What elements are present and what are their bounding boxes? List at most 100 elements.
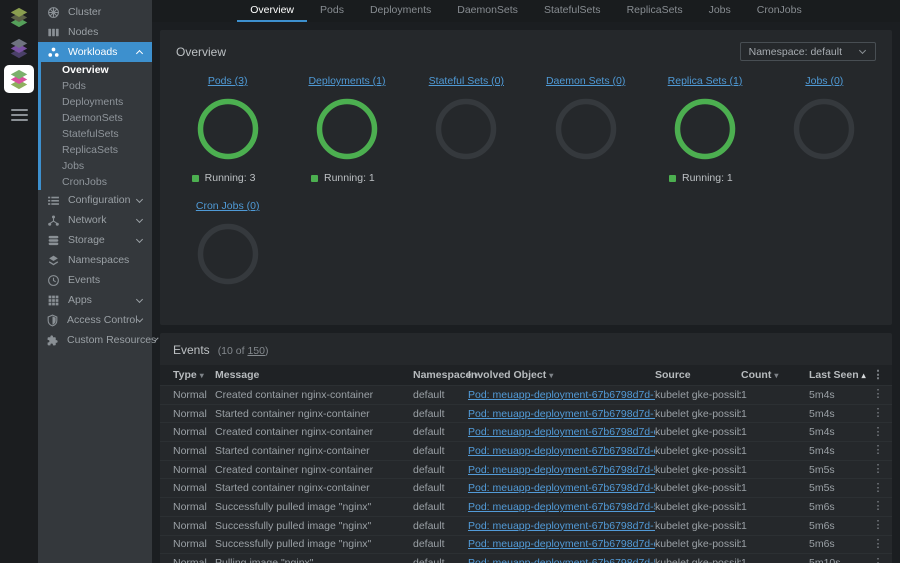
workload-chart-cron-jobs-0-: Cron Jobs (0) [168,200,287,285]
row-menu-kebab-icon[interactable]: ⋮ [871,482,885,494]
row-menu-kebab-icon[interactable]: ⋮ [871,557,885,563]
events-total-link[interactable]: 150 [247,345,265,357]
event-table-row[interactable]: Normal Created container nginx-container d… [160,385,892,404]
event-table-row[interactable]: NormalPulling image "nginx"defaultPod: m… [160,553,892,563]
tab-statefulsets[interactable]: StatefulSets [531,0,614,22]
event-message: Created container nginx-container [215,463,374,476]
chart-title-link[interactable]: Deployments (1) [308,75,385,87]
column-header-source[interactable]: Source [655,369,741,381]
event-message: Started container nginx-container [215,482,370,495]
sidebar-subitem-overview[interactable]: Overview [41,62,152,78]
sidebar-item-network[interactable]: Network [38,210,152,230]
event-involved-object-link[interactable]: Pod: meuapp-deployment-67b6798d7d-59tj6 [468,501,655,513]
row-menu-kebab-icon[interactable]: ⋮ [871,426,885,438]
sidebar-item-configuration[interactable]: Configuration [38,190,152,210]
event-table-row[interactable]: Normal Successfully pulled image "nginx" d… [160,534,892,554]
menu-hamburger-icon[interactable] [10,109,28,121]
row-menu-kebab-icon[interactable]: ⋮ [871,520,885,531]
event-last-seen: 5m6s [809,519,835,532]
event-table-row[interactable]: Normal Successfully pulled image "nginx" d… [160,515,892,535]
sidebar-item-access-control[interactable]: Access Control [38,310,152,330]
sidebar-item-storage[interactable]: Storage [38,230,152,250]
event-count: 1 [741,407,747,420]
event-involved-object-link[interactable]: Pod: meuapp-deployment-67b6798d7d-7677b [468,408,655,420]
sidebar-item-workloads[interactable]: Workloads [38,42,152,62]
column-header-message[interactable]: Message [215,369,413,381]
sidebar-item-label: Configuration [68,194,131,206]
workload-charts: Pods (3) Running: 3 Deployments (1) Running… [160,69,892,295]
row-menu-kebab-icon[interactable]: ⋮ [871,538,885,550]
overview-panel-title: Overview [176,44,227,59]
event-message: Successfully pulled image "nginx" [215,500,372,513]
tab-deployments[interactable]: Deployments [357,0,444,22]
event-involved-object-link[interactable]: Pod: meuapp-deployment-67b6798d7d-59tj6 [468,464,655,476]
event-count: 1 [741,444,747,457]
sidebar-item-custom-resources[interactable]: Custom Resources [38,330,159,350]
cluster-logo-1[interactable] [5,4,33,30]
row-menu-kebab-icon[interactable]: ⋮ [871,501,885,512]
column-header-last-seen[interactable]: Last Seen ▴ [809,369,871,381]
sidebar-item-apps[interactable]: Apps [38,290,152,310]
chart-title-link[interactable]: Jobs (0) [805,75,843,87]
event-source: kubelet gke-possible-s... [655,482,741,495]
sidebar-subitem-statefulsets[interactable]: StatefulSets [41,126,152,142]
event-type: Normal [173,519,207,532]
sidebar-subitem-deployments[interactable]: Deployments [41,94,152,110]
sidebar-subitem-pods[interactable]: Pods [41,78,152,94]
event-message: Started container nginx-container [215,444,370,457]
event-table-row[interactable]: Normal Successfully pulled image "nginx" d… [160,497,892,516]
sidebar-item-namespaces[interactable]: Namespaces [38,250,152,270]
column-header-type[interactable]: Type ▾ [173,369,215,381]
custom-resources-icon [46,334,59,347]
row-menu-kebab-icon[interactable]: ⋮ [871,464,885,475]
column-header-count[interactable]: Count ▾ [741,369,809,381]
sidebar-item-events[interactable]: Events [38,270,152,290]
donut-chart [316,98,378,160]
chevron-down-icon [135,195,144,203]
row-menu-kebab-icon[interactable]: ⋮ [871,408,885,419]
tab-replicasets[interactable]: ReplicaSets [614,0,696,22]
chart-title-link[interactable]: Daemon Sets (0) [546,75,625,87]
tab-cronjobs[interactable]: CronJobs [744,0,815,22]
event-involved-object-link[interactable]: Pod: meuapp-deployment-67b6798d7d-59tj6 [468,557,655,563]
chart-title-link[interactable]: Stateful Sets (0) [429,75,504,87]
chart-title-link[interactable]: Cron Jobs (0) [196,200,260,212]
chart-title-link[interactable]: Pods (3) [208,75,248,87]
sidebar-subitem-replicasets[interactable]: ReplicaSets [41,142,152,158]
event-table-row[interactable]: Normal Created container nginx-container d… [160,422,892,441]
event-table-row[interactable]: Normal Started container nginx-container d… [160,478,892,497]
event-involved-object-link[interactable]: Pod: meuapp-deployment-67b6798d7d-7677b [468,520,655,532]
column-header-involved-object[interactable]: Involved Object ▾ [468,369,655,381]
workload-chart-daemon-sets-0-: Daemon Sets (0) [526,75,645,184]
event-involved-object-link[interactable]: Pod: meuapp-deployment-67b6798d7d-59tj6 [468,482,655,494]
sidebar-subitem-cronjobs[interactable]: CronJobs [41,174,152,190]
tab-overview[interactable]: Overview [237,0,308,22]
cluster-rail-list [5,4,33,97]
chart-title-link[interactable]: Replica Sets (1) [668,75,743,87]
event-type: Normal [173,407,207,420]
cluster-logo-2[interactable] [5,35,33,61]
row-menu-kebab-icon[interactable]: ⋮ [871,445,885,456]
tab-daemonsets[interactable]: DaemonSets [444,0,531,22]
event-involved-object-link[interactable]: Pod: meuapp-deployment-67b6798d7d-dhplj [468,538,655,550]
column-header-namespace[interactable]: Namespace ▾ [413,369,478,381]
sidebar-item-label: Cluster [68,6,102,18]
sidebar-item-cluster[interactable]: Cluster [38,2,152,22]
event-table-row[interactable]: Normal Created container nginx-container d… [160,459,892,479]
cluster-logo-3-active[interactable] [5,66,33,92]
namespace-select[interactable]: Namespace: default [739,42,876,61]
tab-pods[interactable]: Pods [307,0,357,22]
sidebar-subitem-daemonsets[interactable]: DaemonSets [41,110,152,126]
sidebar-subitem-jobs[interactable]: Jobs [41,158,152,174]
event-involved-object-link[interactable]: Pod: meuapp-deployment-67b6798d7d-7677b [468,389,655,401]
row-menu-kebab-icon[interactable]: ⋮ [871,389,885,400]
event-table-row[interactable]: Normal Started container nginx-container d… [160,403,892,423]
sidebar-item-nodes[interactable]: Nodes [38,22,152,42]
tab-jobs[interactable]: Jobs [696,0,744,22]
table-menu-kebab-icon[interactable]: ⋮ [871,369,885,381]
sidebar-item-label: Network [68,214,107,226]
event-table-row[interactable]: Normal Started container nginx-container d… [160,441,892,460]
sort-ascending-icon: ▴ [861,370,866,380]
event-involved-object-link[interactable]: Pod: meuapp-deployment-67b6798d7d-dhplj [468,445,655,457]
event-involved-object-link[interactable]: Pod: meuapp-deployment-67b6798d7d-dhplj [468,426,655,438]
